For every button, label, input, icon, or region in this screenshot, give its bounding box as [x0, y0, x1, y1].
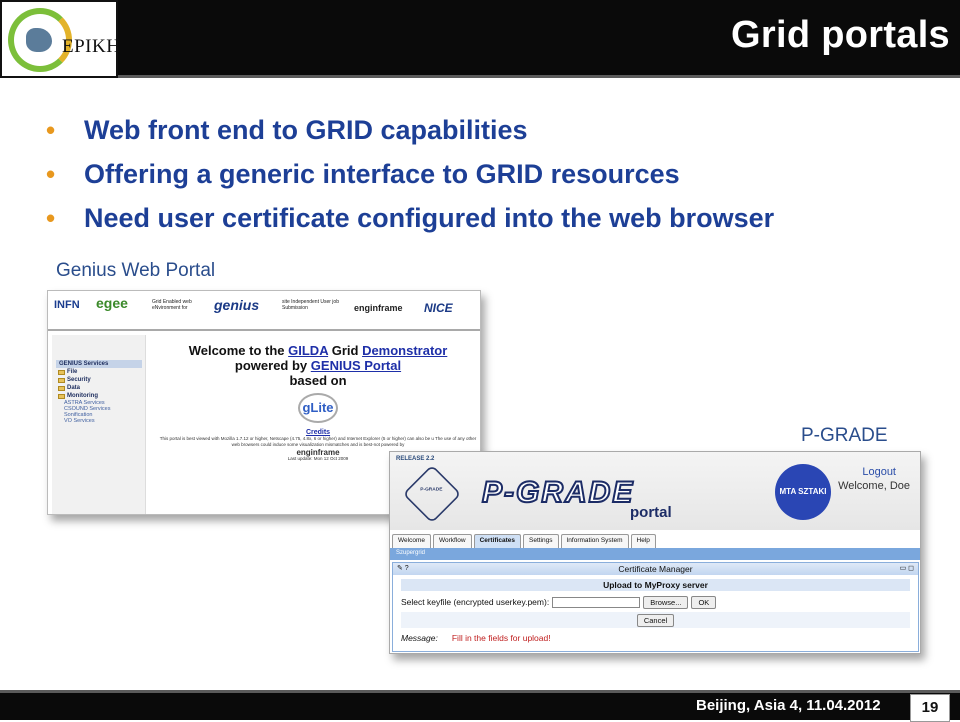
tab-settings[interactable]: Settings	[523, 534, 559, 548]
menu-item-security[interactable]: Security	[56, 376, 142, 384]
epikh-logo: EPIKH	[0, 0, 121, 78]
logo-text: EPIKH	[62, 36, 121, 57]
tab-certificates[interactable]: Certificates	[473, 534, 521, 548]
ok-button[interactable]: OK	[691, 595, 717, 609]
certificate-manager-panel: ✎ ? Certificate Manager ▭ ◻ Upload to My…	[392, 562, 919, 652]
cancel-row: Cancel	[401, 612, 910, 628]
logout-link[interactable]: Logout	[862, 466, 896, 478]
tab-information-system[interactable]: Information System	[560, 534, 629, 548]
panel-tools-icon[interactable]: ✎ ?	[397, 563, 409, 575]
pgrade-header: RELEASE 2.2 P-GRADE P-GRADE portal MTA S…	[390, 452, 920, 530]
upload-heading: Upload to MyProxy server	[401, 579, 910, 591]
pgrade-hex-icon: P-GRADE	[402, 464, 462, 524]
bullet-list: Web front end to GRID capabilities Offer…	[46, 110, 946, 242]
release-label: RELEASE 2.2	[396, 456, 435, 462]
welcome-heading: Welcome to the GILDA Grid Demonstrator p…	[188, 343, 448, 388]
genius-tagline: Grid Enabled web eNvironment for	[152, 299, 192, 311]
panel-titlebar: ✎ ? Certificate Manager ▭ ◻	[393, 563, 918, 575]
infn-logo: INFN	[54, 299, 80, 311]
gilda-link[interactable]: GILDA	[288, 343, 328, 358]
footer-text: Beijing, Asia 4, 11.04.2012	[696, 697, 881, 714]
grid-bar: Szupergrid	[390, 548, 920, 560]
keyfile-input[interactable]	[552, 596, 641, 608]
browse-button[interactable]: Browse...	[643, 595, 689, 609]
enginframe-logo: enginframe	[354, 303, 403, 313]
message-value: Fill in the fields for upload!	[451, 633, 551, 643]
genius-portal-link[interactable]: GENIUS Portal	[311, 358, 401, 373]
page-number: 19	[910, 694, 950, 722]
menu-item-data[interactable]: Data	[56, 384, 142, 392]
welcome-user: Welcome, Doe	[838, 480, 910, 492]
genius-logo: genius	[214, 297, 260, 313]
nice-logo: NICE	[424, 301, 453, 315]
folder-icon	[58, 385, 65, 391]
demonstrator-link[interactable]: Demonstrator	[362, 343, 447, 358]
panel-window-icon[interactable]: ▭ ◻	[900, 563, 914, 575]
message-label: Message:	[401, 633, 438, 643]
genius-sidebar: GENIUS Services File Security Data Monit…	[52, 335, 146, 514]
mta-sztaki-logo: MTA SZTAKI	[775, 464, 831, 520]
tab-help[interactable]: Help	[630, 534, 656, 548]
folder-icon	[58, 393, 65, 399]
credits-link[interactable]: Credits	[158, 429, 478, 436]
slide-header: EPIKH Grid portals	[0, 0, 960, 78]
pgrade-screenshot: RELEASE 2.2 P-GRADE P-GRADE portal MTA S…	[389, 451, 921, 654]
message-row: Message: Fill in the fields for upload!	[401, 631, 910, 645]
pgrade-caption: P-GRADE	[801, 425, 888, 446]
menu-item-file[interactable]: File	[56, 368, 142, 376]
browser-notice: This portal is best viewed with Mozilla …	[159, 436, 477, 447]
bullet-item: Web front end to GRID capabilities	[46, 110, 946, 154]
bullet-item: Offering a generic interface to GRID res…	[46, 154, 946, 198]
submenu-item[interactable]: VO Services	[56, 418, 142, 424]
keyfile-label: Select keyfile (encrypted userkey.pem):	[401, 597, 550, 607]
pgrade-logo: P-GRADE	[481, 475, 635, 510]
tab-workflow[interactable]: Workflow	[432, 534, 472, 548]
folder-icon	[58, 377, 65, 383]
folder-icon	[58, 369, 65, 375]
pgrade-tabs: Welcome Workflow Certificates Settings I…	[390, 534, 920, 548]
user-submission-tagline: site Independent User job Submission	[282, 299, 339, 311]
genius-logo-bar: INFN egee Grid Enabled web eNvironment f…	[48, 291, 480, 331]
slide-footer: Beijing, Asia 4, 11.04.2012	[0, 690, 960, 720]
genius-main: Welcome to the GILDA Grid Demonstrator p…	[158, 343, 478, 462]
slide-title: Grid portals	[731, 14, 950, 56]
genius-caption: Genius Web Portal	[56, 260, 216, 281]
tab-welcome[interactable]: Welcome	[392, 534, 431, 548]
keyfile-row: Select keyfile (encrypted userkey.pem): …	[401, 595, 910, 609]
menu-item-monitoring[interactable]: Monitoring	[56, 392, 142, 400]
bullet-item: Need user certificate configured into th…	[46, 198, 946, 242]
cancel-button[interactable]: Cancel	[636, 613, 675, 627]
panel-title: Certificate Manager	[618, 564, 693, 574]
menu-header: GENIUS Services	[56, 360, 142, 368]
glite-logo: gLite	[298, 393, 338, 423]
genius-menu: GENIUS Services File Security Data Monit…	[56, 360, 142, 424]
egee-logo: egee	[96, 295, 128, 311]
portal-label: portal	[630, 504, 672, 521]
